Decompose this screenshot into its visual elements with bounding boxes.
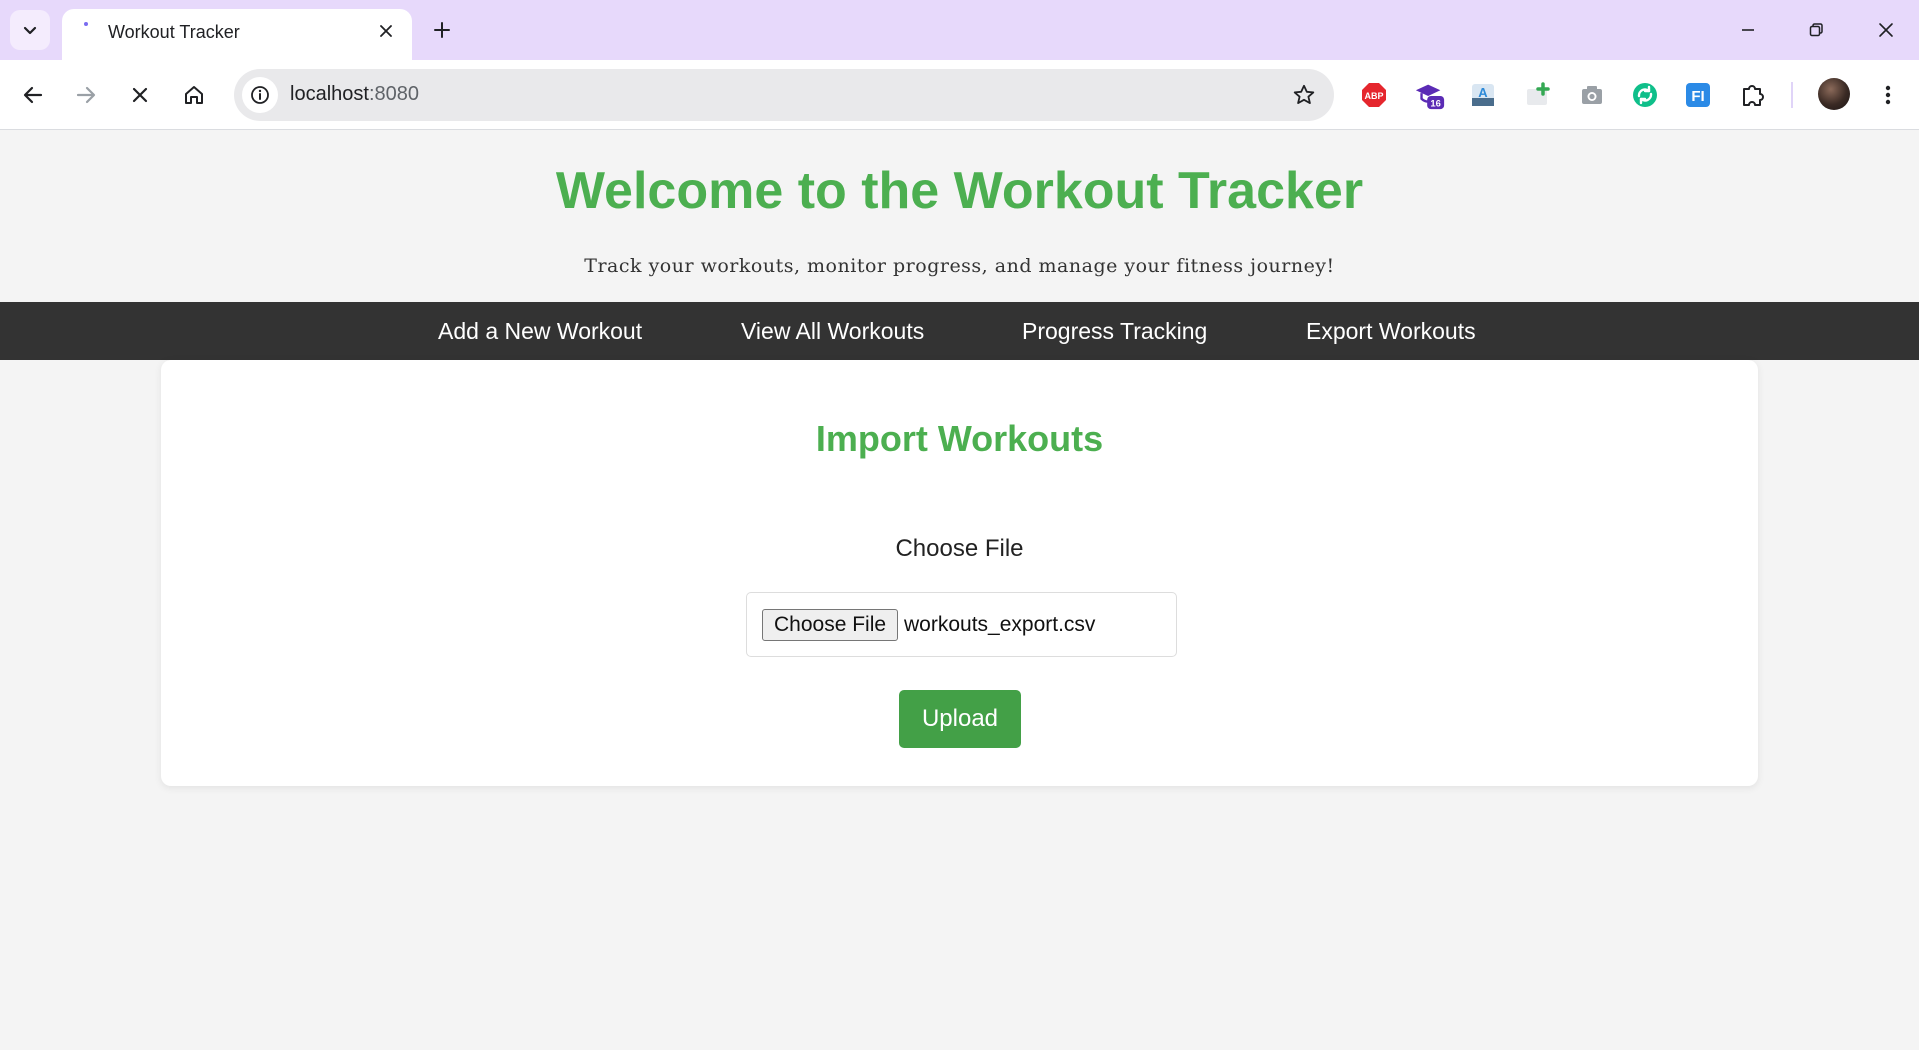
close-icon bbox=[1879, 23, 1893, 37]
nav-view-workouts-link[interactable]: View All Workouts bbox=[741, 302, 924, 360]
svg-text:ABP: ABP bbox=[1364, 91, 1383, 101]
adblock-plus-icon[interactable]: ABP bbox=[1358, 79, 1390, 111]
close-icon bbox=[132, 87, 148, 103]
new-tab-button[interactable] bbox=[424, 12, 460, 48]
site-title: Welcome to the Workout Tracker bbox=[555, 162, 1364, 220]
site-tagline: Track your workouts, monitor progress, a… bbox=[584, 255, 1335, 277]
add-note-extension-shape bbox=[1527, 82, 1550, 105]
browser-menu-button[interactable] bbox=[1872, 79, 1904, 111]
file-input-container: Choose File workouts_export.csv bbox=[746, 592, 1177, 657]
minimize-icon bbox=[1742, 29, 1754, 31]
home-button[interactable] bbox=[173, 74, 215, 116]
svg-text:FI: FI bbox=[1691, 88, 1704, 105]
back-button[interactable] bbox=[12, 74, 54, 116]
star-icon bbox=[1293, 84, 1315, 104]
upload-button[interactable]: Upload bbox=[899, 690, 1021, 748]
import-workouts-card: Import Workouts Choose File Choose File … bbox=[161, 360, 1758, 786]
minimize-button[interactable] bbox=[1724, 10, 1772, 50]
graduation-cap-icon[interactable]: 16 bbox=[1414, 79, 1446, 111]
puzzle-shape bbox=[1743, 85, 1764, 106]
page-viewport: Welcome to the Workout Tracker Track you… bbox=[0, 131, 1919, 1050]
adblock-plus-icon-shape: ABP bbox=[1362, 83, 1386, 107]
browser-toolbar: localhost:8080 ABP 16 A FI bbox=[0, 60, 1919, 130]
profile-avatar[interactable] bbox=[1818, 78, 1850, 110]
window-close-button[interactable] bbox=[1862, 10, 1910, 50]
translate-extension-icon[interactable]: A bbox=[1467, 79, 1499, 111]
tab-title: Workout Tracker bbox=[108, 22, 240, 42]
choose-file-button[interactable]: Choose File bbox=[762, 609, 899, 641]
sync-extension-shape bbox=[1633, 83, 1657, 107]
camera-icon[interactable] bbox=[1576, 79, 1608, 111]
bookmark-button[interactable] bbox=[1290, 81, 1318, 109]
sync-extension-icon[interactable] bbox=[1629, 79, 1661, 111]
main-navigation: Add a New Workout View All Workouts Prog… bbox=[0, 302, 1919, 360]
selected-file-name: workouts_export.csv bbox=[904, 613, 1096, 636]
camera-shape bbox=[1582, 86, 1602, 104]
file-input-label: Choose File bbox=[895, 535, 1024, 562]
close-icon bbox=[380, 25, 392, 37]
url-port: :8080 bbox=[368, 83, 419, 105]
restore-icon bbox=[1809, 23, 1823, 37]
fi-extension-shape: FI bbox=[1686, 83, 1710, 107]
tab-close-button[interactable] bbox=[376, 21, 396, 41]
nav-export-workouts-link[interactable]: Export Workouts bbox=[1306, 302, 1476, 360]
browser-tab-active[interactable]: Workout Tracker bbox=[62, 9, 412, 60]
more-vertical-icon bbox=[1885, 85, 1891, 105]
home-icon bbox=[185, 86, 203, 104]
add-note-extension-icon[interactable] bbox=[1522, 79, 1554, 111]
site-info-button[interactable] bbox=[242, 77, 278, 113]
browser-tab-strip: Workout Tracker bbox=[0, 0, 1919, 60]
fi-extension-icon[interactable]: FI bbox=[1682, 79, 1714, 111]
extensions-puzzle-icon[interactable] bbox=[1737, 79, 1769, 111]
svg-text:A: A bbox=[1478, 85, 1488, 100]
arrow-right-icon bbox=[76, 86, 96, 104]
address-bar[interactable]: localhost:8080 bbox=[234, 69, 1334, 121]
site-header: Welcome to the Workout Tracker Track you… bbox=[0, 131, 1919, 301]
url-text: localhost:8080 bbox=[290, 83, 419, 106]
info-icon bbox=[251, 86, 269, 104]
toolbar-divider bbox=[1791, 82, 1793, 108]
graduation-cap-shape: 16 bbox=[1415, 84, 1445, 110]
import-workouts-title: Import Workouts bbox=[815, 418, 1104, 459]
arrow-left-icon bbox=[23, 86, 43, 104]
chevron-down-icon bbox=[23, 26, 37, 35]
translate-extension-shape: A bbox=[1472, 84, 1494, 106]
plus-icon bbox=[434, 22, 450, 38]
stop-loading-button[interactable] bbox=[119, 74, 161, 116]
url-host: localhost bbox=[290, 83, 369, 105]
loading-favicon-icon bbox=[84, 22, 88, 26]
forward-button[interactable] bbox=[65, 74, 107, 116]
svg-text:16: 16 bbox=[1430, 97, 1440, 108]
restore-button[interactable] bbox=[1792, 10, 1840, 50]
nav-progress-tracking-link[interactable]: Progress Tracking bbox=[1022, 302, 1207, 360]
nav-add-workout-link[interactable]: Add a New Workout bbox=[438, 302, 642, 360]
tab-search-button[interactable] bbox=[10, 10, 50, 50]
